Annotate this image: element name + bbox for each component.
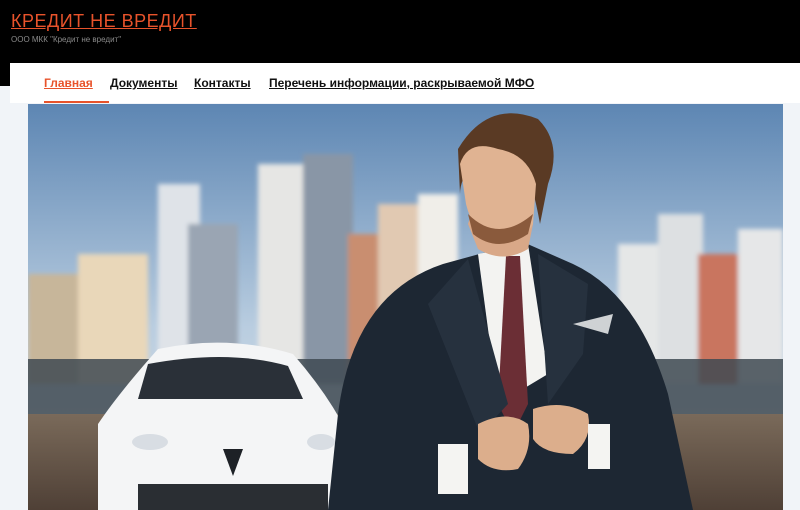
hero-illustration bbox=[28, 104, 783, 510]
nav-item-documents[interactable]: Документы bbox=[110, 76, 177, 90]
site-tagline: ООО МКК "Кредит не вредит" bbox=[11, 35, 122, 44]
hero-image bbox=[28, 104, 783, 510]
site-title-link[interactable]: КРЕДИТ НЕ ВРЕДИТ bbox=[11, 11, 197, 32]
nav-item-home[interactable]: Главная bbox=[44, 76, 93, 90]
nav-item-contacts[interactable]: Контакты bbox=[194, 76, 251, 90]
active-nav-indicator bbox=[44, 101, 109, 103]
main-navigation: Главная Документы Контакты Перечень инфо… bbox=[10, 63, 800, 103]
nav-item-mfo-disclosure[interactable]: Перечень информации, раскрываемой МФО bbox=[269, 76, 534, 90]
